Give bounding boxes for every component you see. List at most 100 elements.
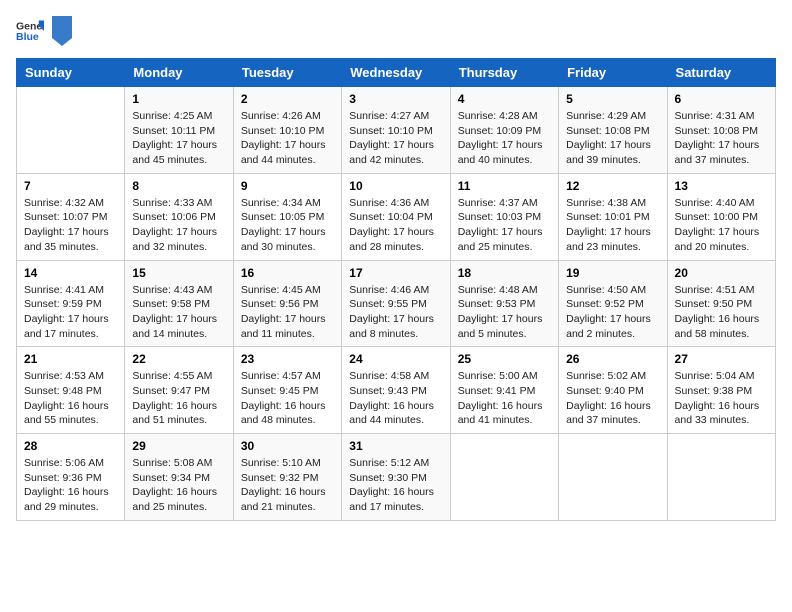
day-info: Sunrise: 4:37 AM Sunset: 10:03 PM Daylig… bbox=[458, 196, 551, 255]
day-number: 4 bbox=[458, 92, 551, 106]
day-number: 8 bbox=[132, 179, 225, 193]
day-number: 25 bbox=[458, 352, 551, 366]
day-number: 29 bbox=[132, 439, 225, 453]
day-info: Sunrise: 4:40 AM Sunset: 10:00 PM Daylig… bbox=[675, 196, 768, 255]
day-info: Sunrise: 4:57 AM Sunset: 9:45 PM Dayligh… bbox=[241, 369, 334, 428]
day-info: Sunrise: 4:58 AM Sunset: 9:43 PM Dayligh… bbox=[349, 369, 442, 428]
logo-icon: General Blue bbox=[16, 17, 44, 45]
day-number: 13 bbox=[675, 179, 768, 193]
day-info: Sunrise: 4:51 AM Sunset: 9:50 PM Dayligh… bbox=[675, 283, 768, 342]
weekday-header-saturday: Saturday bbox=[667, 59, 775, 87]
day-info: Sunrise: 5:06 AM Sunset: 9:36 PM Dayligh… bbox=[24, 456, 117, 515]
logo-arrow-icon bbox=[52, 16, 72, 46]
day-number: 9 bbox=[241, 179, 334, 193]
day-info: Sunrise: 5:10 AM Sunset: 9:32 PM Dayligh… bbox=[241, 456, 334, 515]
day-info: Sunrise: 5:04 AM Sunset: 9:38 PM Dayligh… bbox=[675, 369, 768, 428]
day-number: 6 bbox=[675, 92, 768, 106]
day-number: 10 bbox=[349, 179, 442, 193]
calendar-week-row: 28 Sunrise: 5:06 AM Sunset: 9:36 PM Dayli… bbox=[17, 434, 776, 521]
day-info: Sunrise: 4:48 AM Sunset: 9:53 PM Dayligh… bbox=[458, 283, 551, 342]
calendar-cell: 29 Sunrise: 5:08 AM Sunset: 9:34 PM Dayli… bbox=[125, 434, 233, 521]
day-info: Sunrise: 4:25 AM Sunset: 10:11 PM Daylig… bbox=[132, 109, 225, 168]
calendar-header-row: SundayMondayTuesdayWednesdayThursdayFrid… bbox=[17, 59, 776, 87]
calendar-cell: 3 Sunrise: 4:27 AM Sunset: 10:10 PM Dayli… bbox=[342, 87, 450, 174]
day-number: 5 bbox=[566, 92, 659, 106]
calendar-cell: 27 Sunrise: 5:04 AM Sunset: 9:38 PM Dayli… bbox=[667, 347, 775, 434]
day-info: Sunrise: 4:53 AM Sunset: 9:48 PM Dayligh… bbox=[24, 369, 117, 428]
calendar-cell: 10 Sunrise: 4:36 AM Sunset: 10:04 PM Dayl… bbox=[342, 173, 450, 260]
weekday-header-sunday: Sunday bbox=[17, 59, 125, 87]
calendar-cell: 14 Sunrise: 4:41 AM Sunset: 9:59 PM Dayli… bbox=[17, 260, 125, 347]
calendar-cell: 7 Sunrise: 4:32 AM Sunset: 10:07 PM Dayli… bbox=[17, 173, 125, 260]
calendar-cell: 19 Sunrise: 4:50 AM Sunset: 9:52 PM Dayli… bbox=[559, 260, 667, 347]
day-number: 18 bbox=[458, 266, 551, 280]
svg-text:Blue: Blue bbox=[16, 31, 39, 43]
day-number: 1 bbox=[132, 92, 225, 106]
day-number: 24 bbox=[349, 352, 442, 366]
calendar-cell bbox=[559, 434, 667, 521]
day-number: 27 bbox=[675, 352, 768, 366]
day-number: 26 bbox=[566, 352, 659, 366]
logo: General Blue bbox=[16, 16, 72, 46]
day-info: Sunrise: 4:32 AM Sunset: 10:07 PM Daylig… bbox=[24, 196, 117, 255]
calendar-cell: 8 Sunrise: 4:33 AM Sunset: 10:06 PM Dayli… bbox=[125, 173, 233, 260]
calendar-cell bbox=[667, 434, 775, 521]
calendar-cell: 16Sunrise: 4:45 AM Sunset: 9:56 PM Dayli… bbox=[233, 260, 341, 347]
day-info: Sunrise: 4:41 AM Sunset: 9:59 PM Dayligh… bbox=[24, 283, 117, 342]
day-number: 3 bbox=[349, 92, 442, 106]
day-info: Sunrise: 4:36 AM Sunset: 10:04 PM Daylig… bbox=[349, 196, 442, 255]
day-info: Sunrise: 4:26 AM Sunset: 10:10 PM Daylig… bbox=[241, 109, 334, 168]
day-info: Sunrise: 4:55 AM Sunset: 9:47 PM Dayligh… bbox=[132, 369, 225, 428]
calendar-cell: 6 Sunrise: 4:31 AM Sunset: 10:08 PM Dayli… bbox=[667, 87, 775, 174]
day-number: 17 bbox=[349, 266, 442, 280]
calendar-week-row: 1 Sunrise: 4:25 AM Sunset: 10:11 PM Dayli… bbox=[17, 87, 776, 174]
calendar-table: SundayMondayTuesdayWednesdayThursdayFrid… bbox=[16, 58, 776, 521]
calendar-cell: 20Sunrise: 4:51 AM Sunset: 9:50 PM Dayli… bbox=[667, 260, 775, 347]
day-info: Sunrise: 4:34 AM Sunset: 10:05 PM Daylig… bbox=[241, 196, 334, 255]
calendar-cell: 22Sunrise: 4:55 AM Sunset: 9:47 PM Dayli… bbox=[125, 347, 233, 434]
page-header: General Blue bbox=[16, 16, 776, 46]
calendar-cell: 23 Sunrise: 4:57 AM Sunset: 9:45 PM Dayli… bbox=[233, 347, 341, 434]
day-number: 15 bbox=[132, 266, 225, 280]
calendar-cell: 15Sunrise: 4:43 AM Sunset: 9:58 PM Dayli… bbox=[125, 260, 233, 347]
day-info: Sunrise: 4:38 AM Sunset: 10:01 PM Daylig… bbox=[566, 196, 659, 255]
calendar-cell bbox=[450, 434, 558, 521]
day-number: 11 bbox=[458, 179, 551, 193]
day-info: Sunrise: 5:00 AM Sunset: 9:41 PM Dayligh… bbox=[458, 369, 551, 428]
day-number: 21 bbox=[24, 352, 117, 366]
calendar-cell: 12 Sunrise: 4:38 AM Sunset: 10:01 PM Dayl… bbox=[559, 173, 667, 260]
day-info: Sunrise: 4:27 AM Sunset: 10:10 PM Daylig… bbox=[349, 109, 442, 168]
calendar-cell bbox=[17, 87, 125, 174]
day-number: 28 bbox=[24, 439, 117, 453]
calendar-cell: 9 Sunrise: 4:34 AM Sunset: 10:05 PM Dayli… bbox=[233, 173, 341, 260]
weekday-header-friday: Friday bbox=[559, 59, 667, 87]
day-info: Sunrise: 4:50 AM Sunset: 9:52 PM Dayligh… bbox=[566, 283, 659, 342]
calendar-cell: 4 Sunrise: 4:28 AM Sunset: 10:09 PM Dayli… bbox=[450, 87, 558, 174]
day-info: Sunrise: 5:08 AM Sunset: 9:34 PM Dayligh… bbox=[132, 456, 225, 515]
calendar-cell: 26Sunrise: 5:02 AM Sunset: 9:40 PM Dayli… bbox=[559, 347, 667, 434]
weekday-header-tuesday: Tuesday bbox=[233, 59, 341, 87]
day-number: 12 bbox=[566, 179, 659, 193]
day-number: 30 bbox=[241, 439, 334, 453]
calendar-cell: 18 Sunrise: 4:48 AM Sunset: 9:53 PM Dayli… bbox=[450, 260, 558, 347]
calendar-cell: 24 Sunrise: 4:58 AM Sunset: 9:43 PM Dayli… bbox=[342, 347, 450, 434]
day-info: Sunrise: 4:31 AM Sunset: 10:08 PM Daylig… bbox=[675, 109, 768, 168]
calendar-week-row: 21 Sunrise: 4:53 AM Sunset: 9:48 PM Dayli… bbox=[17, 347, 776, 434]
calendar-week-row: 7 Sunrise: 4:32 AM Sunset: 10:07 PM Dayli… bbox=[17, 173, 776, 260]
day-number: 14 bbox=[24, 266, 117, 280]
calendar-cell: 17Sunrise: 4:46 AM Sunset: 9:55 PM Dayli… bbox=[342, 260, 450, 347]
day-number: 19 bbox=[566, 266, 659, 280]
day-number: 23 bbox=[241, 352, 334, 366]
day-number: 31 bbox=[349, 439, 442, 453]
calendar-cell: 11 Sunrise: 4:37 AM Sunset: 10:03 PM Dayl… bbox=[450, 173, 558, 260]
calendar-cell: 1 Sunrise: 4:25 AM Sunset: 10:11 PM Dayli… bbox=[125, 87, 233, 174]
calendar-cell: 31Sunrise: 5:12 AM Sunset: 9:30 PM Dayli… bbox=[342, 434, 450, 521]
day-info: Sunrise: 4:28 AM Sunset: 10:09 PM Daylig… bbox=[458, 109, 551, 168]
calendar-cell: 21 Sunrise: 4:53 AM Sunset: 9:48 PM Dayli… bbox=[17, 347, 125, 434]
day-number: 7 bbox=[24, 179, 117, 193]
calendar-cell: 25 Sunrise: 5:00 AM Sunset: 9:41 PM Dayli… bbox=[450, 347, 558, 434]
calendar-cell: 5Sunrise: 4:29 AM Sunset: 10:08 PM Dayli… bbox=[559, 87, 667, 174]
calendar-week-row: 14 Sunrise: 4:41 AM Sunset: 9:59 PM Dayli… bbox=[17, 260, 776, 347]
calendar-cell: 28 Sunrise: 5:06 AM Sunset: 9:36 PM Dayli… bbox=[17, 434, 125, 521]
day-info: Sunrise: 4:33 AM Sunset: 10:06 PM Daylig… bbox=[132, 196, 225, 255]
